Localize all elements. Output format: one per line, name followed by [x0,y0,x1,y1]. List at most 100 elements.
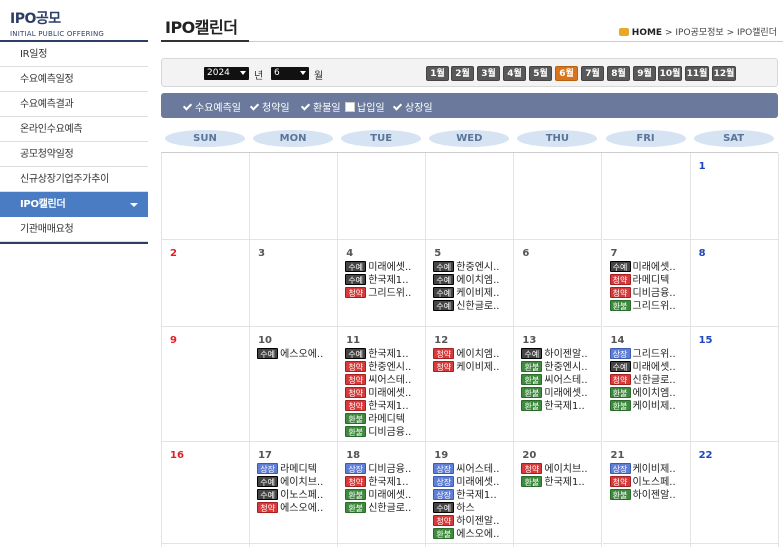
month-button[interactable]: 2월 [451,66,474,81]
calendar-event[interactable]: 상장 한국제1.. [433,489,513,502]
calendar-day-cell[interactable]: 4 수예 미래에셋.. 수예 한국제1.. 청약 그리드위.. [338,240,427,327]
month-button[interactable]: 8월 [607,66,630,81]
calendar-day-cell[interactable] [338,153,427,240]
calendar-event[interactable]: 환불 라메디텍 [345,413,425,426]
calendar-day-cell[interactable] [250,153,339,240]
calendar-event[interactable]: 환불 씨어스테.. [521,374,601,387]
calendar-day-cell[interactable]: 15 [690,327,779,442]
event-type-checkbox[interactable]: 납입일 [345,99,385,114]
calendar-day-cell[interactable]: 2 [162,240,251,327]
calendar-day-cell[interactable]: 12 청약 에이치엠.. 청약 케이비제.. [426,327,515,442]
month-button[interactable]: 9월 [633,66,656,81]
event-type-checkbox[interactable]: 상장일 [393,99,433,114]
sidebar-item[interactable]: IPO캘린더 [0,192,148,217]
calendar-event[interactable]: 상장 씨어스테.. [433,463,513,476]
calendar-event[interactable]: 청약 신한글로.. [609,374,690,387]
calendar-event[interactable]: 상장 라메디텍 [257,463,337,476]
calendar-day-cell[interactable]: 18 상장 디비금융.. 청약 한국제1.. 환불 미래에셋.. 환불 신한글로.. [338,442,427,544]
calendar-event[interactable]: 상장 케이비제.. [609,463,690,476]
calendar-day-cell[interactable]: 16 [162,442,251,544]
month-button[interactable]: 5월 [529,66,552,81]
sidebar-item[interactable]: 기관매매요청 [0,217,148,242]
calendar-day-cell[interactable]: 20 청약 에이치브.. 환불 한국제1.. [514,442,603,544]
calendar-event[interactable]: 청약 라메디텍 [609,274,690,287]
calendar-event[interactable]: 청약 한국제1.. [345,400,425,413]
calendar-day-cell[interactable]: 5 수예 한중엔시.. 수예 에이치엠.. 수예 케이비제.. 수예 신한글로.. [426,240,515,327]
month-button[interactable]: 3월 [477,66,500,81]
calendar-event[interactable]: 수예 미래에셋.. [609,361,690,374]
calendar-event[interactable]: 청약 에이치브.. [521,463,601,476]
calendar-event[interactable]: 청약 한국제1.. [345,476,425,489]
calendar-event[interactable]: 수예 이노스페.. [257,489,337,502]
calendar-day-cell[interactable]: 17 상장 라메디텍 수예 에이치브.. 수예 이노스페.. 청약 에스오에.. [250,442,339,544]
calendar-event[interactable]: 청약 디비금융.. [609,287,690,300]
calendar-event[interactable]: 청약 케이비제.. [433,361,513,374]
calendar-event[interactable]: 수예 에이치브.. [257,476,337,489]
calendar-day-cell[interactable]: 7 수예 미래에셋.. 청약 라메디텍 청약 디비금융.. 환불 그리드위.. [602,240,691,327]
calendar-event[interactable]: 수예 하이젠알.. [521,348,601,361]
calendar-event[interactable]: 상장 미래에셋.. [433,476,513,489]
calendar-day-cell[interactable]: 6 [514,240,603,327]
calendar-day-cell[interactable]: 1 [690,153,779,240]
calendar-day-cell[interactable] [426,153,515,240]
calendar-event[interactable]: 청약 하이젠알.. [433,515,513,528]
calendar-day-cell[interactable] [602,153,691,240]
calendar-event[interactable]: 청약 미래에셋.. [345,387,425,400]
calendar-day-cell[interactable]: 8 [690,240,779,327]
calendar-event[interactable]: 수예 에이치엠.. [433,274,513,287]
sidebar-item[interactable]: IR일정 [0,42,148,67]
calendar-event[interactable]: 청약 이노스페.. [609,476,690,489]
calendar-event[interactable]: 환불 미래에셋.. [345,489,425,502]
sidebar-item[interactable]: 수요예측결과 [0,92,148,117]
month-button[interactable]: 11월 [685,66,709,81]
sidebar-item[interactable]: 수요예측일정 [0,67,148,92]
calendar-day-cell[interactable]: 14 상장 그리드위.. 수예 미래에셋.. 청약 신한글로.. 환불 에이치엠.. 환불 케이비제… [602,327,691,442]
calendar-event[interactable]: 상장 그리드위.. [609,348,690,361]
calendar-event[interactable]: 환불 한국제1.. [521,400,601,413]
event-type-checkbox[interactable]: 환불일 [301,99,341,114]
calendar-event[interactable]: 청약 에스오에.. [257,502,337,515]
calendar-event[interactable]: 수예 한중엔시.. [433,261,513,274]
calendar-event[interactable]: 청약 한중엔시.. [345,361,425,374]
calendar-day-cell[interactable]: 11 수예 한국제1.. 청약 한중엔시.. 청약 씨어스테.. 청약 미래에셋.. 청약 한국제1… [338,327,427,442]
calendar-day-cell[interactable] [514,153,603,240]
calendar-day-cell[interactable]: 21 상장 케이비제.. 청약 이노스페.. 환불 하이젠알.. [602,442,691,544]
month-select[interactable]: 6 [271,67,309,80]
calendar-event[interactable]: 수예 하스 [433,502,513,515]
calendar-event[interactable]: 수예 한국제1.. [345,348,425,361]
sidebar-item[interactable]: 공모청약일정 [0,142,148,167]
sidebar-item[interactable]: 신규상장기업주가추이 [0,167,148,192]
calendar-event[interactable]: 환불 디비금융.. [345,426,425,439]
calendar-event[interactable]: 환불 에이치엠.. [609,387,690,400]
event-type-checkbox[interactable]: 수요예측일 [183,99,241,114]
calendar-event[interactable]: 수예 한국제1.. [345,274,425,287]
month-button[interactable]: 12월 [712,66,736,81]
calendar-day-cell[interactable]: 22 [690,442,779,544]
calendar-event[interactable]: 수예 미래에셋.. [345,261,425,274]
calendar-event[interactable]: 청약 에이치엠.. [433,348,513,361]
calendar-event[interactable]: 수예 케이비제.. [433,287,513,300]
calendar-day-cell[interactable]: 10 수예 에스오에.. [250,327,339,442]
event-type-checkbox[interactable]: 청약일 [250,99,290,114]
calendar-event[interactable]: 수예 미래에셋.. [609,261,690,274]
year-select[interactable]: 2024 [204,67,249,80]
calendar-event[interactable]: 환불 에스오에.. [433,528,513,541]
breadcrumb-home[interactable]: HOME [632,28,662,38]
month-button[interactable]: 6월 [555,66,578,81]
month-button[interactable]: 1월 [426,66,449,81]
calendar-event[interactable]: 환불 그리드위.. [609,300,690,313]
calendar-day-cell[interactable]: 3 [250,240,339,327]
calendar-event[interactable]: 환불 한중엔시.. [521,361,601,374]
calendar-event[interactable]: 수예 신한글로.. [433,300,513,313]
calendar-day-cell[interactable]: 9 [162,327,251,442]
calendar-day-cell[interactable] [162,153,251,240]
calendar-event[interactable]: 상장 디비금융.. [345,463,425,476]
calendar-day-cell[interactable]: 19 상장 씨어스테.. 상장 미래에셋.. 상장 한국제1.. 수예 하스 청약 하이젠알.. 환불… [426,442,515,544]
calendar-event[interactable]: 수예 에스오에.. [257,348,337,361]
calendar-event[interactable]: 환불 하이젠알.. [609,489,690,502]
calendar-day-cell[interactable]: 13 수예 하이젠알.. 환불 한중엔시.. 환불 씨어스테.. 환불 미래에셋.. 환불 한국제1… [514,327,603,442]
calendar-event[interactable]: 청약 씨어스테.. [345,374,425,387]
calendar-event[interactable]: 환불 케이비제.. [609,400,690,413]
calendar-event[interactable]: 환불 신한글로.. [345,502,425,515]
month-button[interactable]: 4월 [503,66,526,81]
